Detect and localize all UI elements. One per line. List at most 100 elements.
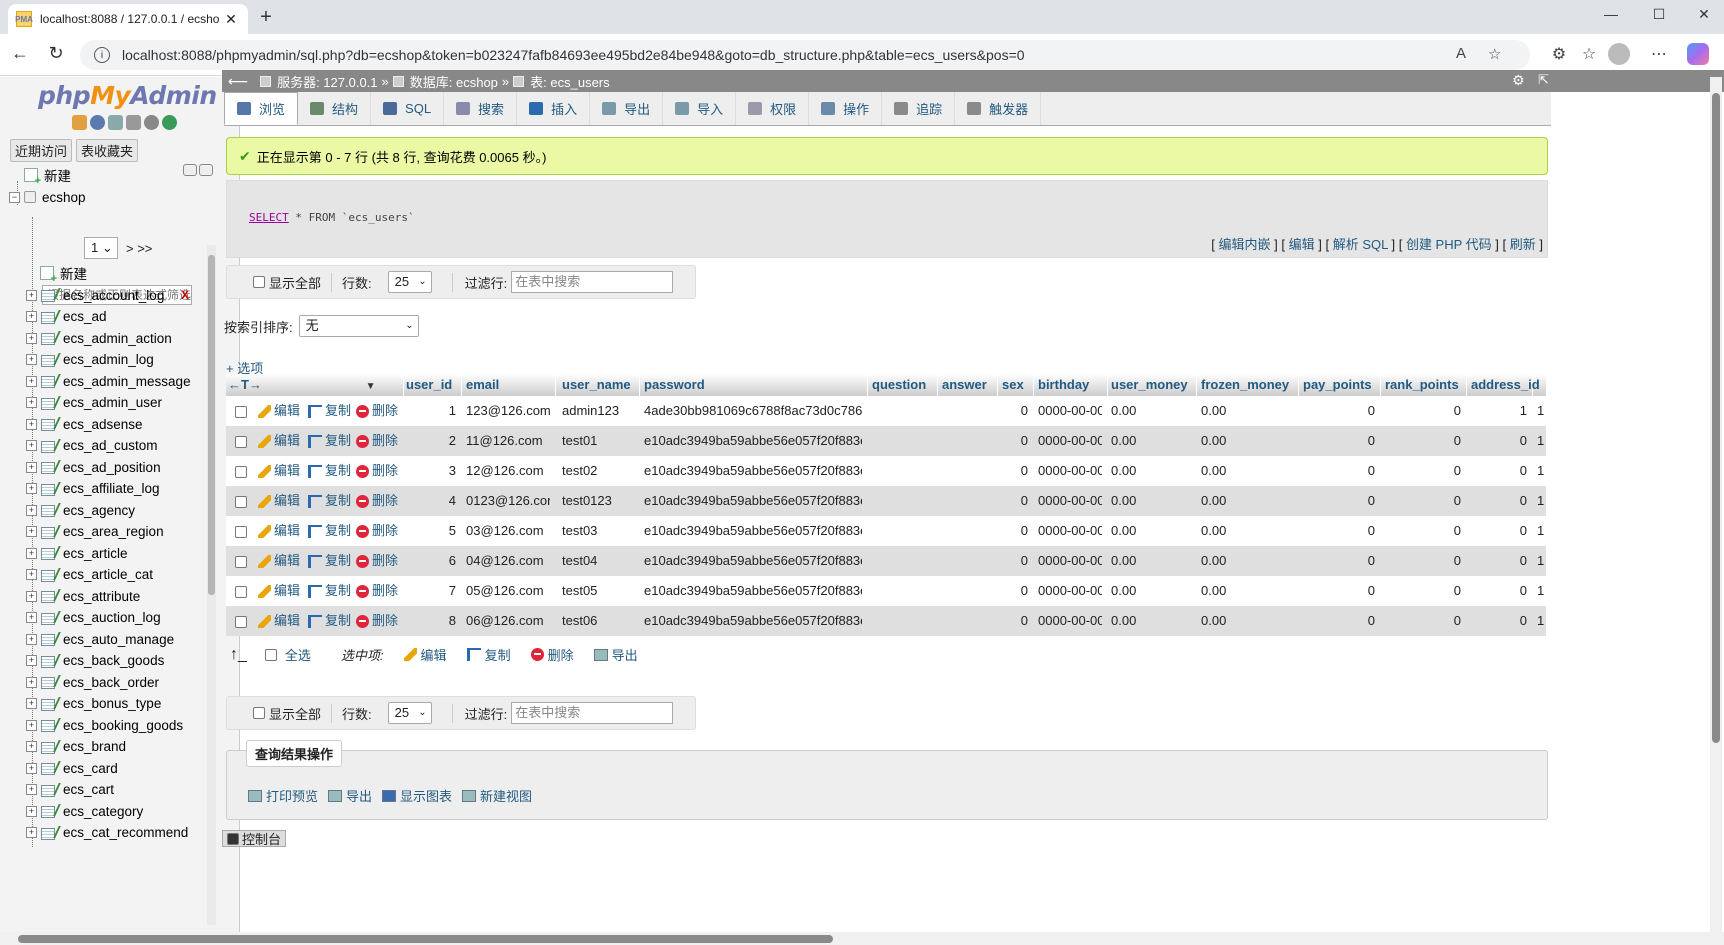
expand-icon[interactable]: + [26,461,37,473]
cell-pay_points[interactable]: 0 [1301,486,1375,516]
row-copy-button[interactable]: 复制 [308,576,351,606]
tree-table-ecs_cat_recommend[interactable]: + ecs_cat_recommend [26,822,188,844]
column-header-user_name[interactable]: user_name [560,374,640,396]
cell-birthday[interactable]: 0000-00-00 [1036,426,1102,456]
sql-link-0[interactable]: 编辑内嵌 [1219,237,1271,252]
nav-next-page[interactable]: > >> [126,241,152,256]
tree-table-ecs_admin_action[interactable]: + ecs_admin_action [26,327,172,349]
column-header-frozen_money[interactable]: frozen_money [1199,374,1299,396]
cell-password[interactable]: e10adc3949ba59abbe56e057f20f883e [642,546,862,576]
cell-answer[interactable] [940,426,992,456]
expand-icon[interactable]: + [26,676,37,688]
tab-0[interactable]: 浏览 [224,92,299,125]
nav-page-select[interactable]: 1 ⌄ [84,237,118,259]
cell-user_name[interactable]: admin123 [560,396,634,426]
cell-user_money[interactable]: 0.00 [1109,396,1191,426]
expand-icon[interactable]: + [26,418,37,430]
tree-table-ecs_bonus_type[interactable]: + ecs_bonus_type [26,693,161,715]
expand-icon[interactable]: + [26,504,37,516]
tree-table-ecs_category[interactable]: + ecs_category [26,800,143,822]
expand-icon[interactable]: + [26,784,37,795]
cell-frozen_money[interactable]: 0.00 [1199,606,1293,636]
expand-icon[interactable]: + [26,547,37,559]
tree-table-ecs_adsense[interactable]: + ecs_adsense [26,413,143,435]
sql-query-text[interactable]: SELECT * FROM `ecs_users` [249,211,415,224]
browser-tab[interactable]: PMA localhost:8088 / 127.0.0.1 / ecsho ✕ [8,4,248,34]
docs-sql-icon[interactable] [126,115,141,130]
tree-table-ecs_affiliate_log[interactable]: + ecs_affiliate_log [26,478,160,500]
row-edit-button[interactable]: 编辑 [258,576,300,606]
row-edit-button[interactable]: 编辑 [258,606,300,636]
row-copy-button[interactable]: 复制 [308,606,351,636]
reload-icon[interactable]: ↻ [44,43,68,64]
cell-email[interactable]: 11@126.com [464,426,550,456]
cell-password[interactable]: 4ade30bb981069c6788f8ac73d0c786b [642,396,862,426]
row-edit-button[interactable]: 编辑 [258,426,300,456]
tree-db-ecshop[interactable]: − ecshop [9,186,86,208]
cell-rank_points[interactable]: 0 [1383,426,1461,456]
cell-user_money[interactable]: 0.00 [1109,516,1191,546]
cell-question[interactable] [870,546,932,576]
sql-link-4[interactable]: 刷新 [1510,237,1536,252]
check-all-checkbox[interactable] [264,648,277,661]
cell-answer[interactable] [940,606,992,636]
tab-2[interactable]: SQL [371,92,445,125]
tab-8[interactable]: 操作 [809,92,883,125]
rows-select-bottom[interactable]: 25 ⌄ [387,702,432,724]
cell-sex[interactable]: 0 [1000,606,1028,636]
tree-table-ecs_article[interactable]: + ecs_article [26,542,128,564]
print-view-link[interactable]: 打印预览 [248,786,318,805]
cell-password[interactable]: e10adc3949ba59abbe56e057f20f883e [642,516,862,546]
cell-frozen_money[interactable]: 0.00 [1199,456,1293,486]
expand-icon[interactable]: + [26,526,37,537]
show-all-checkbox-bottom[interactable] [253,707,265,719]
cell-user_name[interactable]: test04 [560,546,634,576]
bulk-edit-button[interactable]: 编辑 [403,645,447,664]
cell-address_id[interactable]: 0 [1469,606,1527,636]
cell-rank_points[interactable]: 0 [1383,606,1461,636]
cell-address_id[interactable]: 1 [1469,396,1527,426]
recent-tab[interactable]: 近期访问 [10,139,73,162]
cell-question[interactable] [870,426,932,456]
collapse-top-icon[interactable]: ⇱ [1538,72,1549,88]
tree-table-ecs_back_goods[interactable]: + ecs_back_goods [26,650,164,672]
cell-user_id[interactable]: 7 [404,576,456,606]
cell-user_money[interactable]: 0.00 [1109,546,1191,576]
expand-icon[interactable]: + [26,397,37,408]
expand-icon[interactable]: + [26,354,37,365]
row-copy-button[interactable]: 复制 [308,546,351,576]
cell-email[interactable]: 0123@126.com [464,486,550,516]
row-edit-button[interactable]: 编辑 [258,516,300,546]
cell-sex[interactable]: 0 [1000,456,1028,486]
tree-table-ecs_card[interactable]: + ecs_card [26,757,118,779]
rows-select[interactable]: 25 ⌄ [387,271,432,293]
cell-birthday[interactable]: 0000-00-00 [1036,516,1102,546]
logout-icon[interactable] [90,115,105,130]
cell-user_id[interactable]: 6 [404,546,456,576]
site-info-icon[interactable]: i [94,47,110,63]
cell-frozen_money[interactable]: 0.00 [1199,426,1293,456]
row-checkbox[interactable] [235,556,247,568]
tree-new-database[interactable]: 新建 [24,164,71,187]
expand-icon[interactable]: + [26,612,37,623]
cell-sex[interactable]: 0 [1000,576,1028,606]
link-with-main-icon[interactable] [199,164,213,176]
minimize-icon[interactable]: — [1599,6,1623,22]
tree-table-ecs_admin_log[interactable]: + ecs_admin_log [26,349,154,371]
export-link[interactable]: 导出 [328,786,372,805]
cell-frozen_money[interactable]: 0.00 [1199,486,1293,516]
row-edit-button[interactable]: 编辑 [258,456,300,486]
show-all-checkbox[interactable] [253,276,265,288]
row-copy-button[interactable]: 复制 [308,426,351,456]
cell-question[interactable] [870,606,932,636]
extensions-icon[interactable]: ⚙ [1548,44,1570,64]
tree-table-ecs_brand[interactable]: + ecs_brand [26,736,126,758]
breadcrumb-database[interactable]: 数据库: ecshop [410,72,498,91]
cell-password[interactable]: e10adc3949ba59abbe56e057f20f883e [642,486,862,516]
cell-user_money[interactable]: 0.00 [1109,576,1191,606]
tree-table-ecs_back_order[interactable]: + ecs_back_order [26,671,159,693]
cell-pay_points[interactable]: 0 [1301,516,1375,546]
tab-10[interactable]: 触发器 [955,92,1042,125]
row-checkbox[interactable] [235,526,247,538]
cell-birthday[interactable]: 0000-00-00 [1036,546,1102,576]
